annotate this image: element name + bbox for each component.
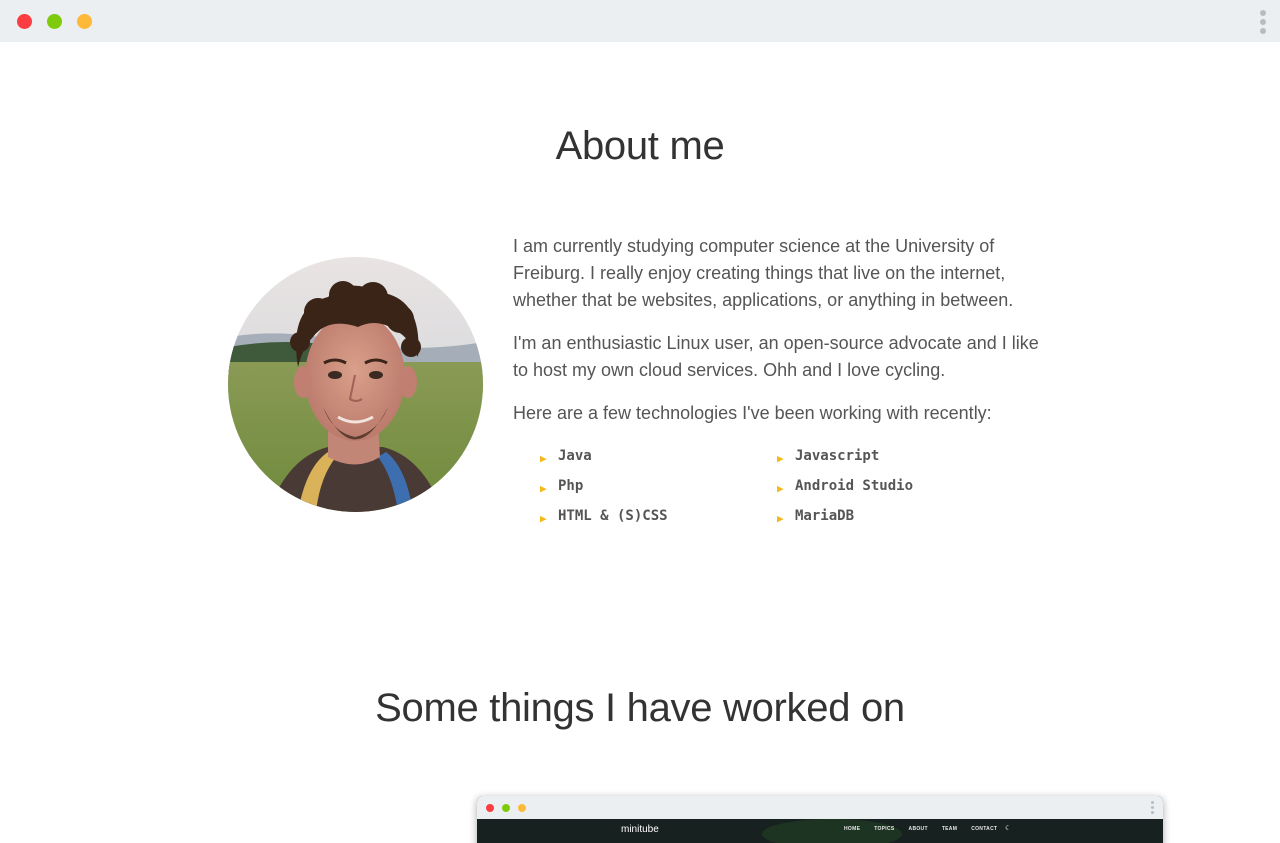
technology-list: ▶ Java ▶ Javascript ▶ Php ▶ Android Stud… bbox=[540, 445, 1020, 527]
minimize-window-dot[interactable] bbox=[77, 14, 92, 29]
preview-more-icon bbox=[1151, 801, 1155, 814]
preview-nav-item: ABOUT bbox=[908, 826, 928, 832]
project-preview-minitube[interactable]: minitube HOME TOPICS ABOUT TEAM CONTACT … bbox=[477, 796, 1163, 843]
technology-label: Android Studio bbox=[795, 478, 914, 494]
preview-nav-item: HOME bbox=[844, 826, 861, 832]
preview-nav-item: CONTACT bbox=[971, 826, 998, 832]
preview-minimize-dot bbox=[518, 804, 526, 812]
triangle-bullet-icon: ▶ bbox=[540, 481, 547, 495]
technology-item: ▶ MariaDB bbox=[777, 505, 1014, 527]
technology-label: Javascript bbox=[795, 448, 880, 464]
technology-label: HTML & (S)CSS bbox=[558, 508, 668, 524]
about-heading: About me bbox=[555, 124, 725, 168]
technology-item: ▶ HTML & (S)CSS bbox=[540, 505, 777, 527]
preview-logo: minitube bbox=[621, 824, 659, 835]
technology-item: ▶ Android Studio bbox=[777, 475, 1014, 497]
triangle-bullet-icon: ▶ bbox=[777, 511, 784, 525]
moon-icon: ☾ bbox=[1005, 825, 1012, 832]
about-paragraph: I'm an enthusiastic Linux user, an open-… bbox=[513, 333, 1039, 380]
preview-maximize-dot bbox=[502, 804, 510, 812]
triangle-bullet-icon: ▶ bbox=[777, 481, 784, 495]
technology-label: MariaDB bbox=[795, 508, 855, 524]
about-description: I am currently studying computer science… bbox=[513, 233, 1043, 443]
technology-label: Php bbox=[558, 478, 584, 494]
technology-item: ▶ Php bbox=[540, 475, 777, 497]
more-options-icon[interactable] bbox=[1259, 10, 1267, 34]
preview-nav-item: TEAM bbox=[941, 826, 958, 832]
triangle-bullet-icon: ▶ bbox=[777, 451, 784, 465]
preview-nav-item: TOPICS bbox=[874, 826, 895, 832]
preview-window-bar bbox=[477, 796, 1163, 819]
about-paragraph: I am currently studying computer science… bbox=[513, 236, 1014, 310]
technology-label: Java bbox=[558, 448, 592, 464]
close-window-dot[interactable] bbox=[17, 14, 32, 29]
profile-avatar bbox=[228, 257, 483, 512]
projects-heading: Some things I have worked on bbox=[375, 686, 905, 730]
technology-item: ▶ Javascript bbox=[777, 445, 1014, 467]
browser-window-bar bbox=[0, 0, 1280, 42]
preview-close-dot bbox=[486, 804, 494, 812]
triangle-bullet-icon: ▶ bbox=[540, 511, 547, 525]
preview-nav: HOME TOPICS ABOUT TEAM CONTACT bbox=[844, 826, 997, 832]
about-paragraph: Here are a few technologies I've been wo… bbox=[513, 403, 992, 423]
technology-item: ▶ Java bbox=[540, 445, 777, 467]
triangle-bullet-icon: ▶ bbox=[540, 451, 547, 465]
preview-screenshot: minitube HOME TOPICS ABOUT TEAM CONTACT … bbox=[477, 819, 1163, 843]
maximize-window-dot[interactable] bbox=[47, 14, 62, 29]
